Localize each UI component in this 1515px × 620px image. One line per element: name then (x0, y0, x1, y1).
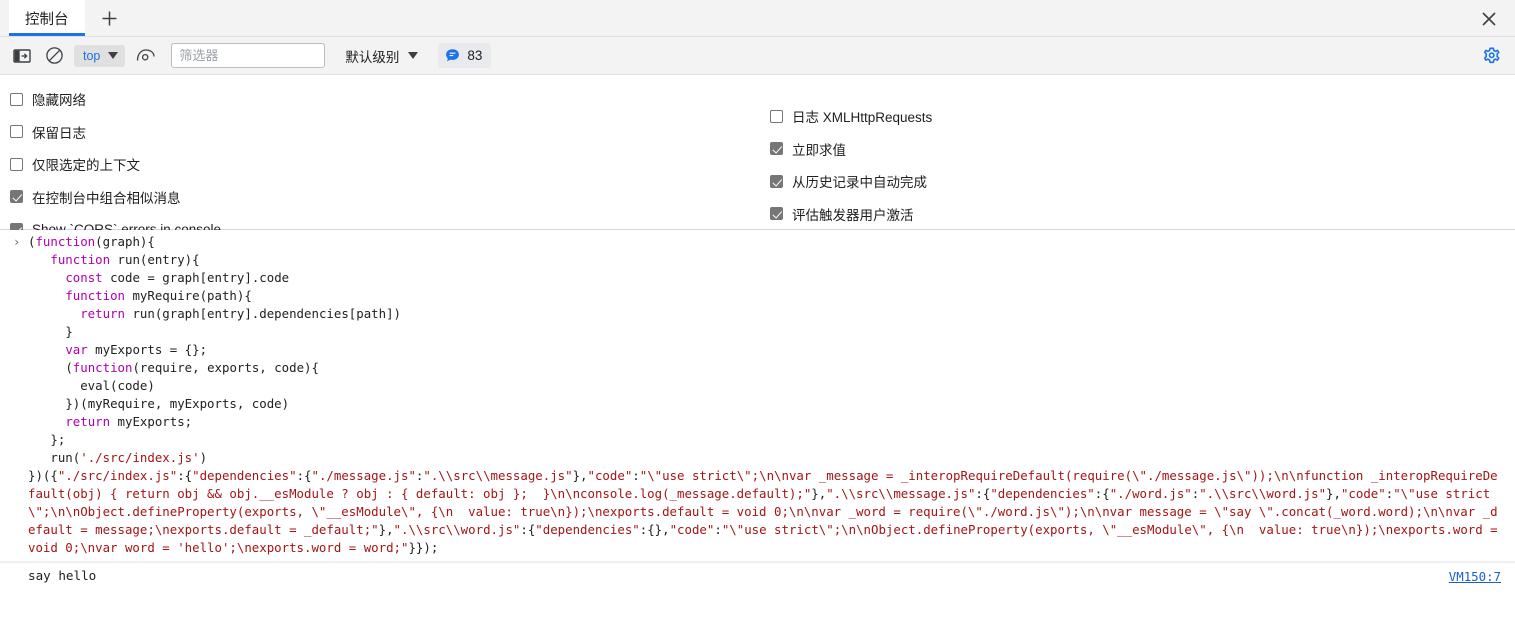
code-token-kw: return (80, 306, 125, 321)
setting-autocomplete-from-history[interactable]: 从历史记录中自动完成 (770, 165, 932, 198)
code-token-plain: :{ (177, 468, 193, 483)
live-expression-eye-icon (136, 49, 155, 61)
code-token-str: "./src/index.js" (57, 468, 178, 483)
message-count-value: 83 (467, 48, 483, 63)
code-token-kw: function (65, 288, 125, 303)
setting-log-xhr-label: 日志 XMLHttpRequests (792, 110, 933, 126)
code-token-plain: : (632, 468, 640, 483)
settings-left-column: 隐藏网络 保留日志 仅限选定的上下文 在控制台中组合相似消息 Show `COR… (10, 83, 221, 246)
setting-hide-network[interactable]: 隐藏网络 (10, 83, 221, 116)
console-entry-output: say hello VM150:7 (0, 562, 1515, 588)
settings-button[interactable] (1479, 44, 1503, 68)
code-token-plain: }, (1326, 486, 1341, 501)
code-token-str: "code" (587, 468, 633, 483)
code-token-str: "code" (1340, 486, 1386, 501)
setting-hide-network-label: 隐藏网络 (32, 93, 86, 109)
code-token-kw: function (72, 360, 133, 375)
plus-icon (102, 11, 117, 25)
code-token-str: ".\\src\\message.js" (826, 486, 976, 501)
log-level-selector[interactable]: 默认级别 (335, 44, 422, 68)
new-tab-button[interactable] (93, 1, 127, 35)
setting-log-xhr[interactable]: 日志 XMLHttpRequests (770, 100, 932, 133)
code-token-plain: :{ (1094, 486, 1110, 501)
sidebar-toggle-button[interactable] (8, 43, 36, 69)
code-token-kw: const (65, 270, 103, 285)
code-token-str: './src/index.js' (80, 450, 200, 465)
setting-group-similar-label: 在控制台中组合相似消息 (32, 190, 181, 206)
code-token-plain: :{}, (639, 522, 670, 537)
code-token-plain: }}); (408, 540, 439, 555)
console-settings-pane: 隐藏网络 保留日志 仅限选定的上下文 在控制台中组合相似消息 Show `COR… (0, 75, 1515, 237)
filter-input[interactable] (171, 43, 326, 68)
message-count-badge[interactable]: 83 (438, 43, 492, 68)
live-expression-button[interactable] (131, 43, 159, 69)
console-entry-input: › (function(graph){ function run(entry){… (0, 230, 1515, 562)
close-icon (1482, 12, 1496, 26)
code-token-str: ".\\src\\word.js" (1199, 486, 1327, 501)
console-input-code: (function(graph){ function run(entry){ c… (0, 232, 1515, 558)
settings-right-column: 日志 XMLHttpRequests 立即求值 从历史记录中自动完成 评估触发器… (770, 100, 932, 230)
code-token-kw: function (35, 234, 96, 249)
code-token-str: "dependencies" (535, 522, 640, 537)
checkbox-selected-context-only[interactable] (10, 157, 23, 171)
console-output-text: say hello (28, 568, 97, 583)
setting-evaluate-triggers-user-activation-label: 评估触发器用户激活 (792, 207, 914, 223)
code-token-plain: }, (378, 522, 394, 537)
gear-icon (1483, 47, 1500, 64)
setting-evaluate-triggers-user-activation[interactable]: 评估触发器用户激活 (770, 198, 932, 231)
setting-eager-evaluation-label: 立即求值 (792, 142, 846, 158)
code-token-plain: }, (572, 468, 588, 483)
tab-console-label: 控制台 (25, 11, 69, 28)
code-token-str: ".\\src\\word.js" (393, 522, 521, 537)
code-token-str: "./message.js" (311, 468, 416, 483)
console-toolbar: top 默认级别 83 (0, 37, 1515, 75)
code-token-kw: var (65, 342, 88, 357)
execution-context-selector[interactable]: top (74, 44, 126, 67)
setting-group-similar[interactable]: 在控制台中组合相似消息 (10, 181, 221, 214)
chevron-down-icon (108, 52, 119, 59)
setting-selected-context-only-label: 仅限选定的上下文 (32, 158, 140, 174)
setting-preserve-log[interactable]: 保留日志 (10, 116, 221, 149)
code-token-plain: : (714, 522, 722, 537)
console-output: › (function(graph){ function run(entry){… (0, 230, 1515, 620)
clear-console-button[interactable] (40, 43, 68, 69)
code-token-plain: :{ (296, 468, 312, 483)
code-token-kw: function (50, 252, 111, 267)
setting-preserve-log-label: 保留日志 (32, 125, 86, 141)
code-token-str: "code" (669, 522, 715, 537)
code-token-plain: }, (811, 486, 827, 501)
checkbox-evaluate-triggers-user-activation[interactable] (770, 207, 783, 221)
clear-console-icon (45, 47, 63, 64)
checkbox-preserve-log[interactable] (10, 125, 23, 139)
code-token-str: ".\\src\\message.js" (423, 468, 573, 483)
code-token-str: "./word.js" (1109, 486, 1192, 501)
devtools-console-window: 控制台 top 筛选器 默认级别 83 隐藏网络 保留日志 仅限选定的上下文 在… (0, 0, 1515, 620)
checkbox-group-similar[interactable] (10, 190, 23, 204)
log-level-value: 默认级别 (345, 49, 400, 65)
message-bubble-icon (446, 49, 460, 62)
code-token-kw: return (65, 414, 111, 429)
checkbox-hide-network[interactable] (10, 92, 23, 106)
setting-eager-evaluation[interactable]: 立即求值 (770, 133, 932, 166)
tab-console[interactable]: 控制台 (9, 0, 85, 36)
code-token-plain: :{ (520, 522, 536, 537)
checkbox-autocomplete-from-history[interactable] (770, 174, 783, 188)
window-close-button[interactable] (1473, 4, 1505, 34)
checkbox-eager-evaluation[interactable] (770, 142, 783, 156)
panel-toggle-icon (13, 48, 31, 63)
setting-selected-context-only[interactable]: 仅限选定的上下文 (10, 148, 221, 181)
code-token-plain: :{ (975, 486, 991, 501)
expand-arrow-icon[interactable]: › (13, 235, 20, 249)
execution-context-value: top (83, 48, 101, 63)
code-token-str: "dependencies" (192, 468, 297, 483)
source-location-link[interactable]: VM150:7 (1449, 569, 1501, 584)
tab-strip: 控制台 (0, 0, 1515, 37)
setting-autocomplete-from-history-label: 从历史记录中自动完成 (792, 175, 927, 191)
chevron-down-icon (408, 52, 419, 59)
checkbox-log-xhr[interactable] (770, 109, 783, 123)
code-token-str: "dependencies" (990, 486, 1095, 501)
